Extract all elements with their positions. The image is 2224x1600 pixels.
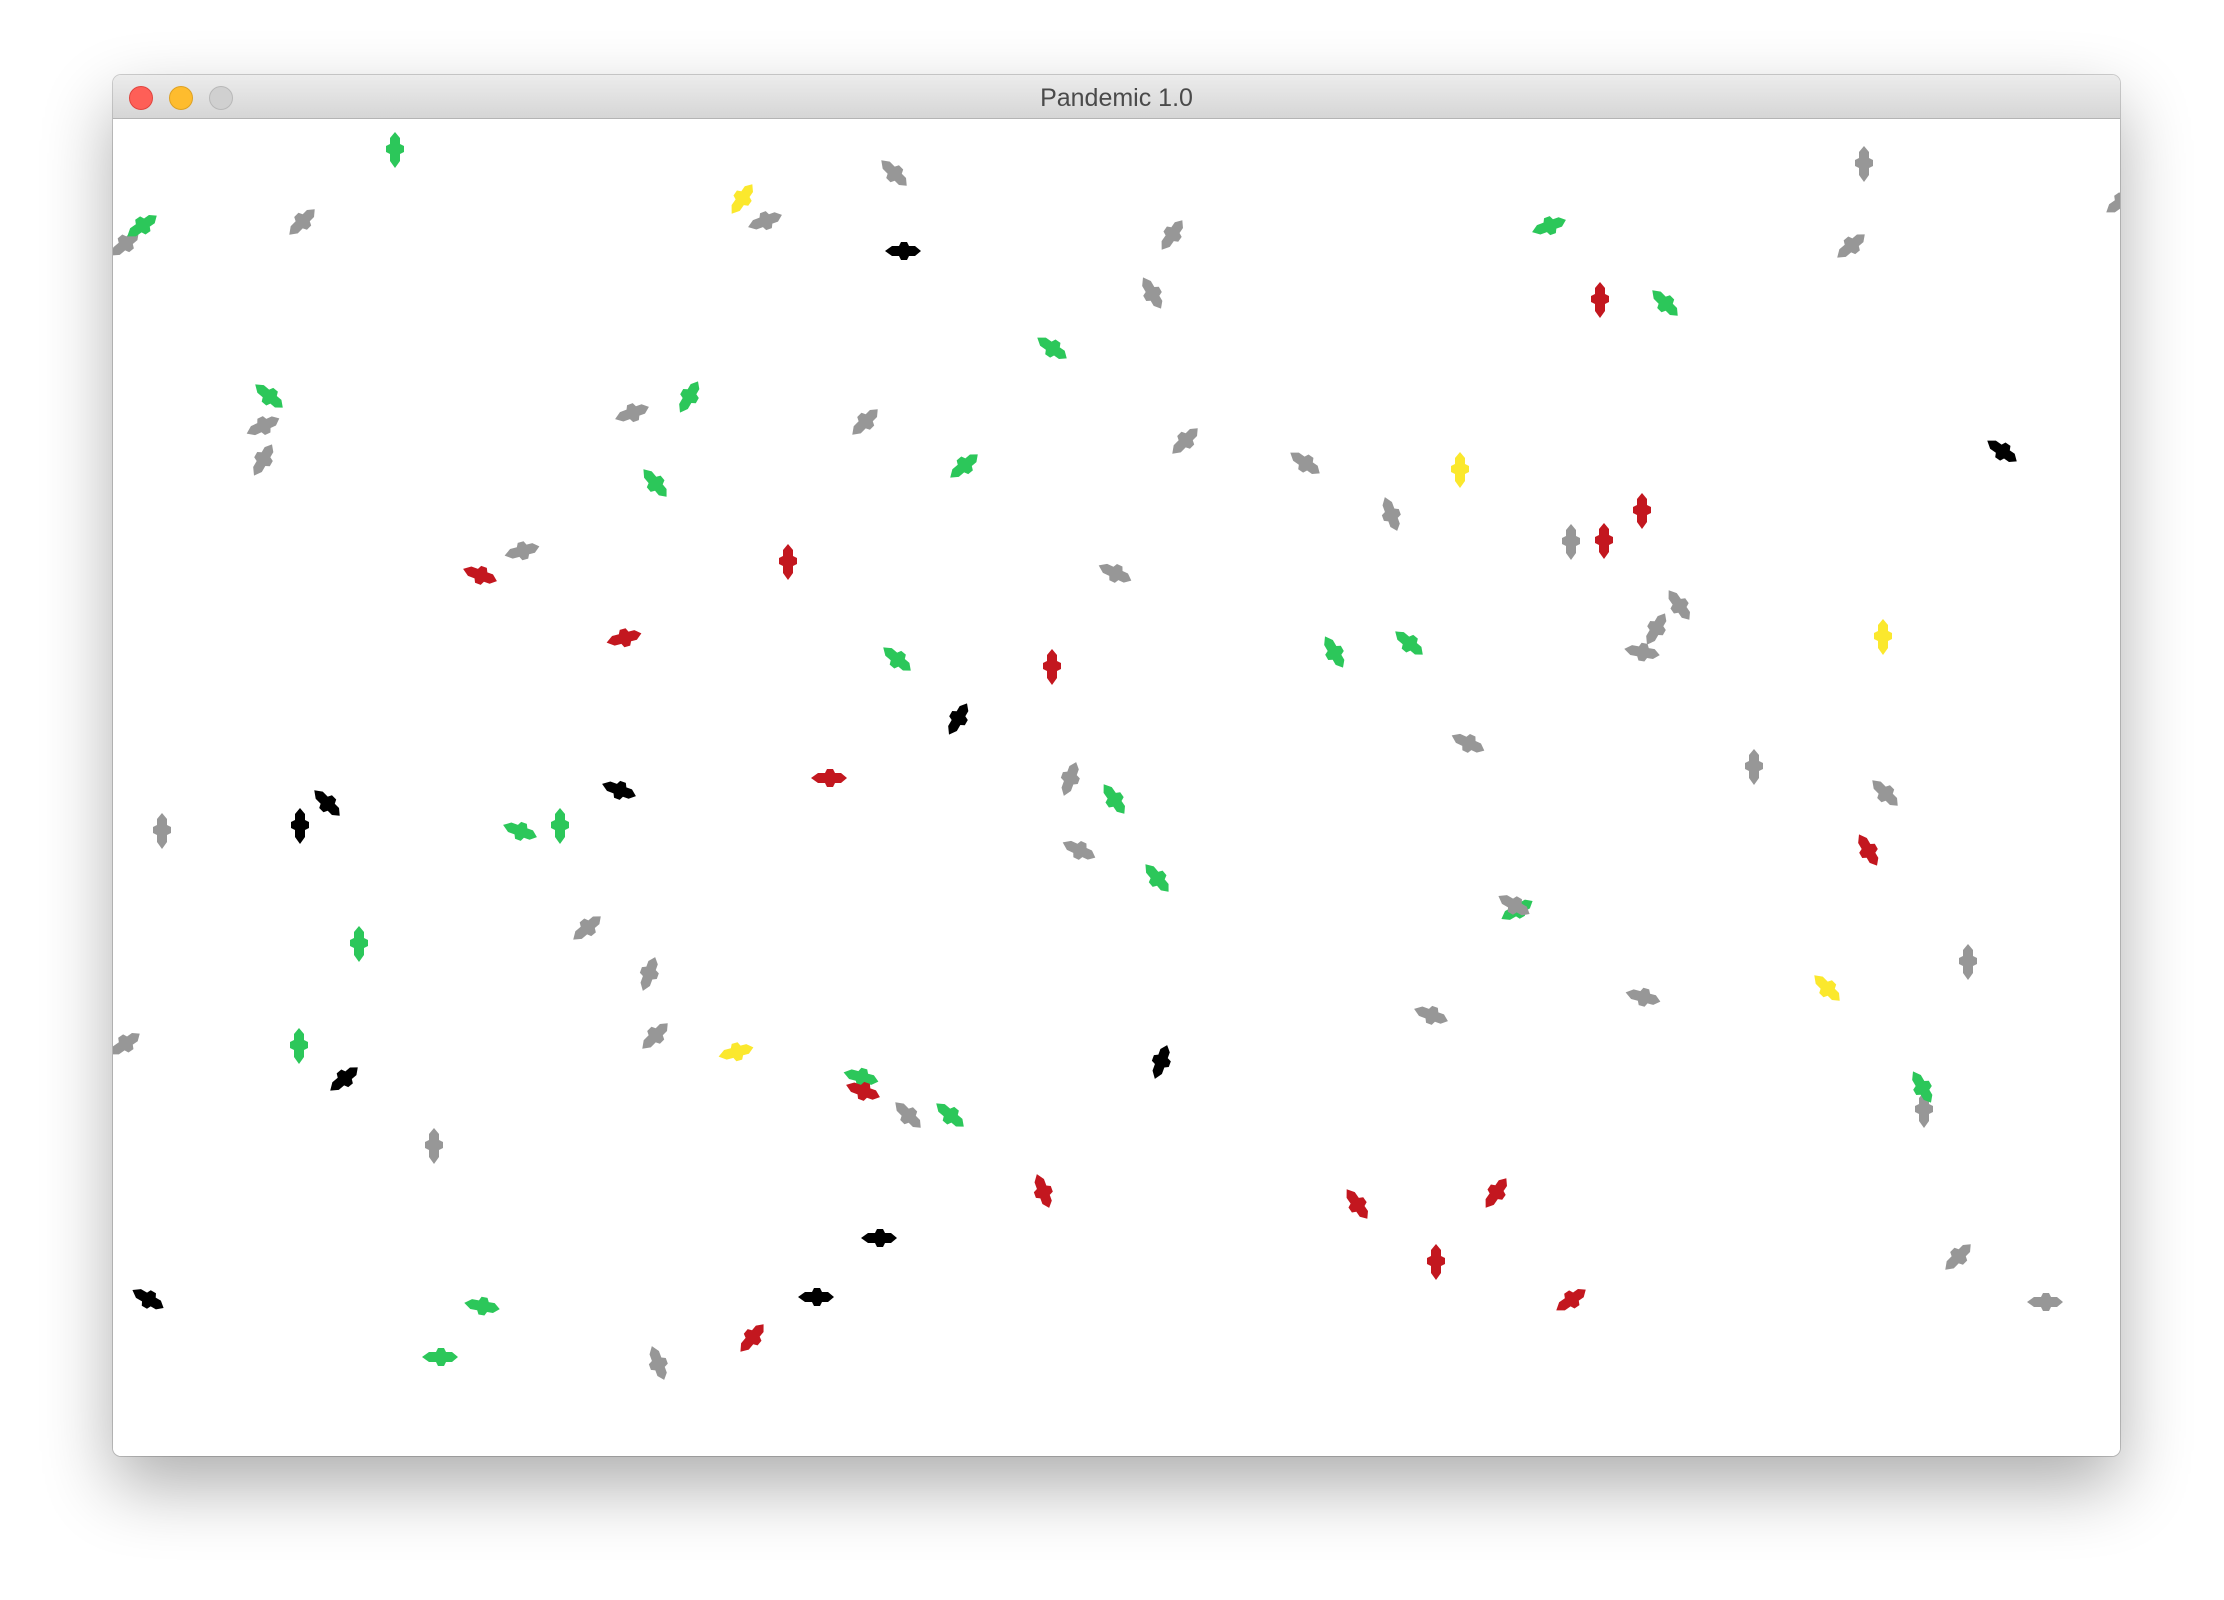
agent-yellow	[1451, 452, 1469, 488]
agent-grey	[1161, 220, 1183, 250]
agent-grey	[1062, 840, 1096, 860]
agent-green	[1145, 864, 1169, 892]
agent-grey	[1668, 590, 1690, 620]
agent-grey	[2106, 191, 2120, 213]
agent-grey	[253, 444, 274, 476]
simulation-canvas	[113, 120, 2120, 1456]
window-title: Pandemic 1.0	[1040, 84, 1193, 112]
agent-grey	[153, 813, 171, 849]
agent-grey	[639, 957, 659, 991]
agent-green	[422, 1348, 458, 1366]
agent-grey	[1142, 277, 1163, 309]
agent-black	[330, 1067, 358, 1091]
agent-black	[1987, 440, 2017, 462]
agent-black	[948, 703, 969, 735]
agent-green	[386, 132, 404, 168]
agent-grey	[289, 209, 315, 235]
agent-red	[1485, 1178, 1507, 1208]
agent-grey	[504, 541, 540, 561]
agent-red	[779, 544, 797, 580]
agent-yellow	[731, 184, 753, 214]
agent-grey	[1414, 1005, 1448, 1025]
agent-grey	[1060, 762, 1080, 796]
agent-red	[1633, 493, 1651, 529]
agent-green	[1532, 216, 1566, 236]
agent-black	[1151, 1045, 1171, 1079]
agent-grey	[425, 1128, 443, 1164]
agent-grey	[1625, 987, 1661, 1007]
agent-green	[936, 1103, 964, 1127]
agent-green	[1395, 631, 1423, 655]
agent-grey	[1959, 944, 1977, 980]
agent-grey	[113, 1033, 140, 1055]
agent-red	[1427, 1244, 1445, 1280]
agent-green	[464, 1296, 500, 1316]
agent-grey	[246, 416, 280, 436]
agent-red	[1595, 523, 1613, 559]
agent-green	[1037, 337, 1067, 359]
agent-green	[883, 647, 911, 671]
agent-red	[606, 628, 642, 648]
agent-black	[132, 1289, 164, 1310]
agent-grey	[1381, 497, 1401, 531]
agent-grey	[1837, 234, 1865, 258]
agent-grey	[1646, 613, 1667, 645]
agent-grey	[1945, 1244, 1971, 1270]
agent-yellow	[718, 1042, 754, 1062]
agent-grey	[1098, 563, 1132, 583]
agent-black	[798, 1288, 834, 1306]
agent-green	[1652, 290, 1678, 316]
agent-black	[861, 1229, 897, 1247]
agent-red	[740, 1324, 764, 1352]
agent-red	[811, 769, 847, 787]
agent-grey	[881, 160, 907, 186]
agent-green	[290, 1028, 308, 1064]
agent-green	[679, 381, 700, 413]
agent-green	[1103, 784, 1125, 814]
agent-green	[255, 384, 283, 408]
agent-red	[1556, 1289, 1586, 1311]
agent-red	[1033, 1174, 1053, 1208]
agent-black	[314, 790, 340, 816]
agent-black	[885, 242, 921, 260]
agent-green	[551, 808, 569, 844]
agent-green	[643, 469, 667, 497]
agent-red	[1591, 282, 1609, 318]
agent-grey	[573, 916, 601, 940]
agent-red	[1043, 649, 1061, 685]
agent-grey	[2027, 1293, 2063, 1311]
agent-grey	[1855, 146, 1873, 182]
agent-grey	[1172, 428, 1198, 454]
agent-green	[350, 926, 368, 962]
agent-yellow	[1874, 619, 1892, 655]
agent-grey	[1624, 642, 1660, 662]
title-bar[interactable]: Pandemic 1.0	[113, 75, 2120, 119]
agent-grey	[642, 1023, 668, 1049]
agent-grey	[852, 409, 878, 435]
agent-black	[291, 808, 309, 844]
agent-grey	[1451, 733, 1485, 753]
agent-grey	[748, 211, 782, 231]
agent-grey	[1290, 452, 1320, 474]
agent-grey	[1872, 780, 1898, 806]
agent-green	[1324, 636, 1345, 668]
agent-green	[503, 821, 537, 841]
agent-green	[950, 454, 978, 478]
agent-red	[463, 565, 497, 585]
agent-red	[1346, 1189, 1368, 1219]
agent-yellow	[1814, 975, 1840, 1001]
agent-grey	[1562, 524, 1580, 560]
agent-grey	[895, 1102, 921, 1128]
agent-red	[1858, 834, 1879, 866]
agent-black	[602, 780, 636, 800]
agent-grey	[648, 1346, 668, 1380]
agent-grey	[615, 403, 649, 423]
simulation-field	[113, 132, 2120, 1380]
agent-grey	[1745, 749, 1763, 785]
app-window: Pandemic 1.0	[113, 75, 2120, 1456]
